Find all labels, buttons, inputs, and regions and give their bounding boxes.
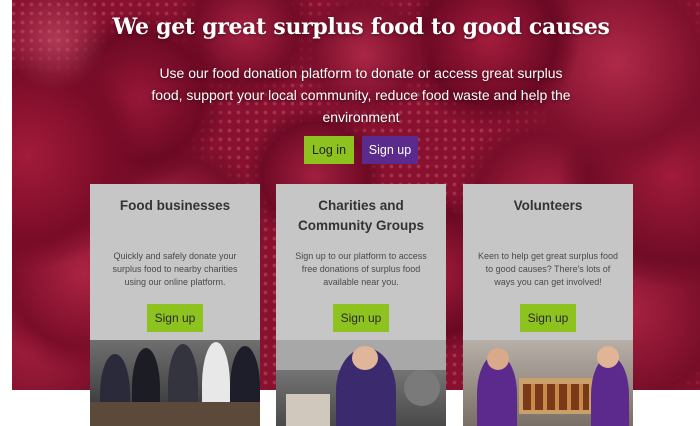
charities-card: Charities and Community Groups Sign up t… [276, 184, 446, 340]
food-businesses-card: Food businesses Quickly and safely donat… [90, 184, 260, 340]
card-title: Charities and Community Groups [297, 198, 424, 233]
signup-button[interactable]: Sign up [362, 136, 418, 164]
left-margin [0, 0, 12, 426]
charities-photo [276, 340, 446, 426]
card-text: Keen to help get great surplus food to g… [477, 251, 619, 287]
volunteers-card: Volunteers Keen to help get great surplu… [463, 184, 633, 340]
card-text: Sign up to our platform to access free d… [295, 251, 427, 287]
food-businesses-signup-button[interactable]: Sign up [147, 304, 203, 332]
card-text: Quickly and safely donate your surplus f… [112, 251, 238, 287]
charities-signup-button[interactable]: Sign up [333, 304, 389, 332]
food-businesses-photo [90, 340, 260, 426]
card-title: Volunteers [513, 198, 583, 213]
hero-title: We get great surplus food to good causes [112, 14, 610, 40]
card-title: Food businesses [119, 198, 231, 213]
login-button[interactable]: Log in [304, 136, 354, 164]
hero-subtitle: Use our food donation platform to donate… [151, 65, 571, 125]
volunteers-signup-button[interactable]: Sign up [520, 304, 576, 332]
volunteers-photo [463, 340, 633, 426]
